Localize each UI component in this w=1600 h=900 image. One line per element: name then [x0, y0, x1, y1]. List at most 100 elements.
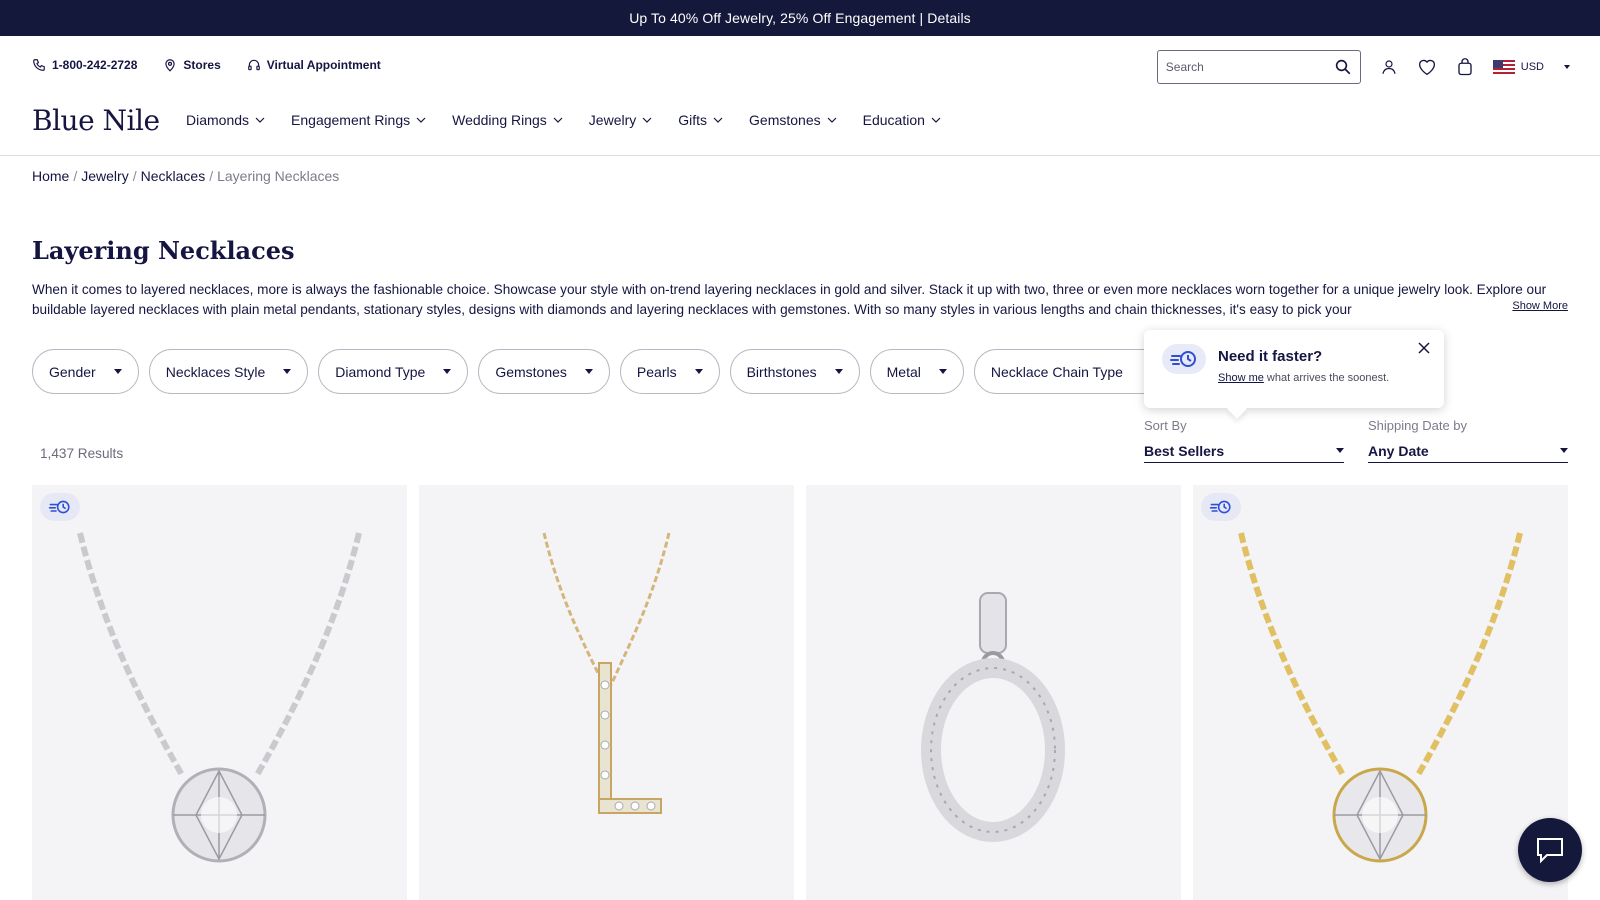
- caret-down-icon: [113, 369, 122, 374]
- breadcrumb: Home / Jewelry / Necklaces / Layering Ne…: [32, 168, 339, 184]
- shipping-date-select[interactable]: Any Date: [1368, 439, 1568, 463]
- filter-pearls[interactable]: Pearls: [619, 349, 720, 394]
- chevron-down-icon: [827, 117, 837, 123]
- chevron-down-icon: [931, 117, 941, 123]
- product-card[interactable]: [806, 485, 1181, 900]
- nav-label: Engagement Rings: [291, 112, 411, 128]
- utility-bar: 1-800-242-2728 Stores Virtual Appointmen…: [0, 36, 1600, 98]
- filter-label: Gemstones: [495, 363, 567, 380]
- filter-label: Metal: [886, 363, 921, 380]
- sort-by-label: Sort By: [1144, 418, 1187, 433]
- virtual-appointment-link[interactable]: Virtual Appointment: [247, 58, 381, 72]
- promo-banner[interactable]: Up To 40% Off Jewelry, 25% Off Engagemen…: [0, 0, 1600, 36]
- phone-icon: [33, 59, 45, 71]
- nav-item-gemstones[interactable]: Gemstones: [749, 112, 837, 128]
- caret-down-icon: [834, 369, 843, 374]
- filter-label: Gender: [49, 363, 96, 380]
- nav-item-engagement-rings[interactable]: Engagement Rings: [291, 112, 426, 128]
- product-card[interactable]: [419, 485, 794, 900]
- chevron-down-icon: [642, 117, 652, 123]
- fast-shipping-icon: [1209, 500, 1231, 514]
- close-icon[interactable]: [1416, 340, 1432, 356]
- heart-icon: [1418, 59, 1435, 76]
- search-box[interactable]: [1156, 50, 1361, 84]
- filter-gender[interactable]: Gender: [32, 349, 139, 394]
- shopping-bag-icon: [1458, 58, 1472, 76]
- shipping-date-label: Shipping Date by: [1368, 418, 1468, 433]
- stores-link[interactable]: Stores: [163, 58, 221, 72]
- account-button[interactable]: [1379, 57, 1399, 77]
- nav-menu: Diamonds Engagement Rings Wedding Rings …: [186, 112, 967, 128]
- results-count: 1,437 Results: [40, 446, 124, 461]
- filter-label: Pearls: [636, 363, 677, 380]
- phone-number: 1-800-242-2728: [52, 58, 138, 72]
- breadcrumb-jewelry[interactable]: Jewelry: [81, 168, 128, 184]
- caret-down-icon: [283, 369, 292, 374]
- chat-button[interactable]: [1518, 818, 1582, 882]
- product-card[interactable]: [32, 485, 407, 900]
- main-navigation: Blue Nile Diamonds Engagement Rings Wedd…: [0, 98, 1600, 156]
- nav-label: Gifts: [678, 112, 708, 128]
- caret-down-icon: [694, 369, 703, 374]
- fast-shipping-badge: [40, 493, 80, 521]
- nav-item-jewelry[interactable]: Jewelry: [589, 112, 652, 128]
- tooltip-body-text: what arrives the soonest.: [1263, 372, 1390, 384]
- nav-label: Gemstones: [749, 112, 821, 128]
- sort-by-select[interactable]: Best Sellers: [1144, 439, 1344, 463]
- nav-item-gifts[interactable]: Gifts: [678, 112, 723, 128]
- breadcrumb-home[interactable]: Home: [32, 168, 69, 184]
- breadcrumb-separator: /: [73, 168, 78, 184]
- currency-selector[interactable]: USD: [1492, 60, 1570, 74]
- headset-icon: [247, 59, 260, 71]
- filter-label: Birthstones: [746, 363, 817, 380]
- product-card[interactable]: [1193, 485, 1568, 900]
- cart-button[interactable]: [1455, 57, 1475, 77]
- breadcrumb-necklaces[interactable]: Necklaces: [141, 168, 206, 184]
- filter-metal[interactable]: Metal: [869, 349, 964, 394]
- currency-code: USD: [1520, 61, 1544, 73]
- nav-label: Jewelry: [588, 112, 637, 128]
- gold-solitaire-necklace-image: [1238, 532, 1523, 863]
- fast-shipping-tooltip: Need it faster? Show me what arrives the…: [1144, 330, 1444, 408]
- nav-label: Education: [862, 112, 925, 128]
- location-pin-icon: [165, 59, 176, 72]
- caret-down-icon: [1336, 448, 1344, 453]
- page-title: Layering Necklaces: [32, 236, 295, 265]
- diamond-oval-pendant-image: [921, 592, 1065, 842]
- sort-controls: Sort By Best Sellers Shipping Date by An…: [1144, 418, 1568, 463]
- filter-gemstones[interactable]: Gemstones: [478, 349, 610, 394]
- caret-down-icon: [584, 369, 593, 374]
- us-flag-icon: [1492, 60, 1515, 74]
- tooltip-title: Need it faster?: [1218, 348, 1323, 365]
- chevron-down-icon: [713, 117, 723, 123]
- search-icon[interactable]: [1334, 58, 1352, 76]
- shipping-date: Shipping Date by Any Date: [1368, 418, 1568, 463]
- caret-down-icon: [1564, 65, 1570, 69]
- show-more-link[interactable]: Show More: [1508, 300, 1568, 312]
- filter-necklaces-style[interactable]: Necklaces Style: [148, 349, 309, 394]
- caret-down-icon: [1560, 448, 1568, 453]
- nav-item-wedding-rings[interactable]: Wedding Rings: [452, 112, 563, 128]
- category-description: When it comes to layered necklaces, more…: [32, 282, 1547, 317]
- promo-text[interactable]: Up To 40% Off Jewelry, 25% Off Engagemen…: [629, 10, 971, 26]
- nav-item-education[interactable]: Education: [863, 112, 941, 128]
- breadcrumb-separator: /: [209, 168, 214, 184]
- tooltip-body: Show me what arrives the soonest.: [1218, 372, 1389, 384]
- wishlist-button[interactable]: [1417, 57, 1437, 77]
- fast-shipping-icon: [1162, 344, 1206, 374]
- phone-link[interactable]: 1-800-242-2728: [32, 58, 137, 72]
- show-me-link[interactable]: Show me: [1218, 372, 1264, 384]
- virtual-appointment-label: Virtual Appointment: [266, 58, 381, 72]
- search-input[interactable]: [1165, 60, 1334, 74]
- chevron-down-icon: [255, 117, 265, 123]
- utility-actions: USD: [1156, 50, 1570, 84]
- product-grid: [32, 485, 1568, 900]
- filter-diamond-type[interactable]: Diamond Type: [318, 349, 469, 394]
- fast-shipping-icon: [48, 500, 70, 514]
- brand-logo[interactable]: Blue Nile: [32, 104, 160, 137]
- filter-birthstones[interactable]: Birthstones: [729, 349, 860, 394]
- caret-down-icon: [938, 369, 947, 374]
- utility-links: 1-800-242-2728 Stores Virtual Appointmen…: [32, 58, 381, 72]
- sort-by: Sort By Best Sellers: [1144, 418, 1344, 463]
- nav-item-diamonds[interactable]: Diamonds: [186, 112, 265, 128]
